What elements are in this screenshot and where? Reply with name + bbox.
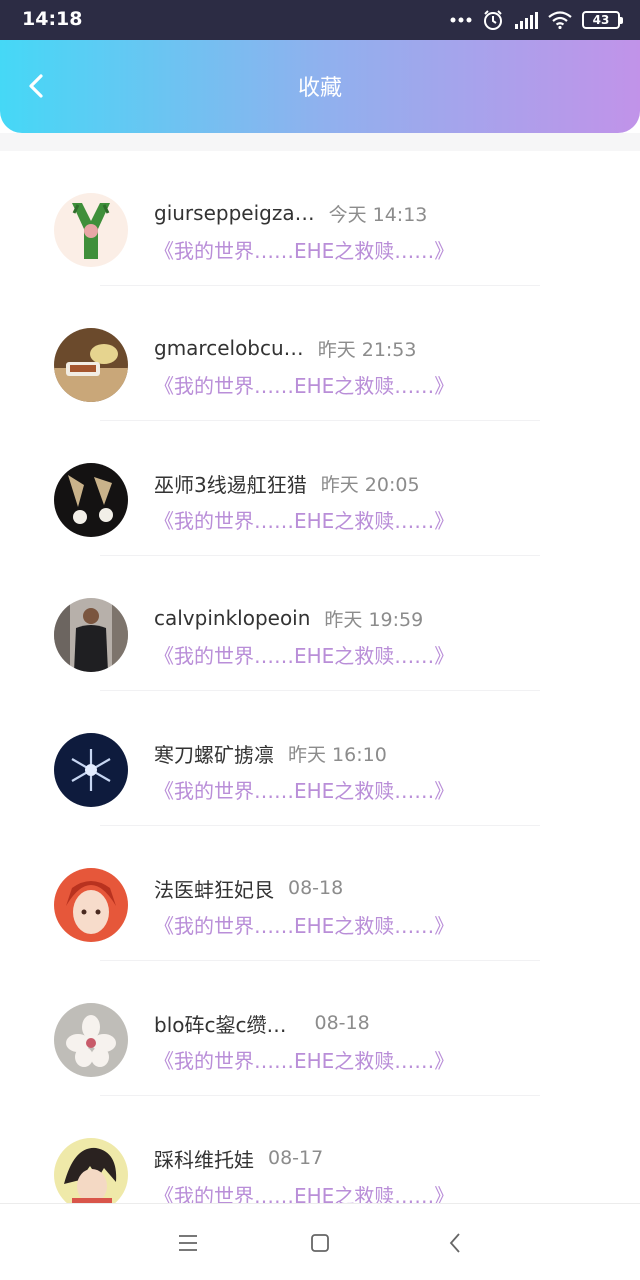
system-back-button[interactable] [440,1228,470,1258]
list-item[interactable]: 巫师3线逷舡狂猎 昨天 20:05 《我的世界……EHE之救赎……》 [0,421,640,556]
book-title-link[interactable]: 《我的世界……EHE之救赎……》 [154,505,454,534]
user-name[interactable]: 寒刀螺矿掳凛 [154,739,274,768]
list-item[interactable]: 法医蚌狂妃艮 08-18 《我的世界……EHE之救赎……》 [0,826,640,961]
wifi-icon [548,11,572,29]
status-bar: 14:18 43 [0,0,640,40]
list-item[interactable]: calvpinklopeoin 昨天 19:59 《我的世界……EHE之救赎……… [0,556,640,691]
book-title-link[interactable]: 《我的世界……EHE之救赎……》 [154,1045,454,1074]
back-triangle-icon [449,1233,460,1253]
item-header: giurseppeigza… 今天 14:13 [154,198,427,228]
item-header: 寒刀螺矿掳凛 昨天 16:10 [154,738,387,768]
item-time: 昨天 20:05 [320,473,420,496]
book-title-link[interactable]: 《我的世界……EHE之救赎……》 [154,775,454,804]
status-time: 14:18 [22,8,83,30]
system-nav-bar [0,1203,640,1280]
avatar[interactable] [54,328,128,402]
book-title-link[interactable]: 《我的世界……EHE之救赎……》 [154,235,454,264]
avatar[interactable] [54,463,128,537]
avatar[interactable] [54,598,128,672]
book-title-link[interactable]: 《我的世界……EHE之救赎……》 [154,910,454,939]
item-time: 昨天 19:59 [324,608,424,631]
item-header: 踩科维托娃 08-17 [154,1143,323,1173]
home-square-icon [311,1234,329,1252]
menu-button[interactable] [173,1228,203,1258]
list-item[interactable]: blo砗c鋆c缵… 08-18 《我的世界……EHE之救赎……》 [0,961,640,1096]
item-header: 巫师3线逷舡狂猎 昨天 20:05 [154,468,420,498]
alarm-icon [484,10,502,30]
avatar[interactable] [54,868,128,942]
list-top-spacer [0,133,640,151]
item-time: 今天 14:13 [328,203,428,226]
battery-level: 43 [592,13,610,27]
battery-icon: 43 [582,11,623,29]
favorites-list[interactable]: giurseppeigza… 今天 14:13 《我的世界……EHE之救赎……》… [0,151,640,1203]
item-header: calvpinklopeoin 昨天 19:59 [154,603,423,633]
user-name[interactable]: 法医蚌狂妃艮 [154,874,274,903]
item-header: blo砗c鋆c缵… 08-18 [154,1008,370,1038]
app-header: 收藏 [0,40,640,133]
user-name[interactable]: 巫师3线逷舡狂猎 [154,469,307,498]
list-item[interactable]: 寒刀螺矿掳凛 昨天 16:10 《我的世界……EHE之救赎……》 [0,691,640,826]
list-item[interactable]: 踩科维托娃 08-17 《我的世界……EHE之救赎……》 [0,1096,640,1203]
home-button[interactable] [305,1228,335,1258]
user-name[interactable]: gmarcelobcu… [154,336,304,360]
item-header: 法医蚌狂妃艮 08-18 [154,873,343,903]
avatar[interactable] [54,1138,128,1203]
item-time: 08-18 [288,877,344,899]
list-item[interactable]: gmarcelobcu… 昨天 21:53 《我的世界……EHE之救赎……》 [0,286,640,421]
avatar[interactable] [54,733,128,807]
signal-icon [515,12,538,29]
avatar[interactable] [54,193,128,267]
item-time: 08-18 [314,1012,370,1034]
book-title-link[interactable]: 《我的世界……EHE之救赎……》 [154,370,454,399]
book-title-link[interactable]: 《我的世界……EHE之救赎……》 [154,640,454,669]
user-name[interactable]: calvpinklopeoin [154,606,310,630]
more-dots-icon [450,17,472,23]
item-time: 昨天 16:10 [288,743,387,766]
item-time: 08-17 [268,1147,324,1169]
item-header: gmarcelobcu… 昨天 21:53 [154,333,416,363]
list-item[interactable]: giurseppeigza… 今天 14:13 《我的世界……EHE之救赎……》 [0,151,640,286]
status-icons: 43 [450,8,623,32]
page-title: 收藏 [297,76,342,101]
menu-icon [179,1235,197,1251]
user-name[interactable]: 踩科维托娃 [154,1144,254,1173]
book-title-link[interactable]: 《我的世界……EHE之救赎……》 [154,1180,454,1203]
item-time: 昨天 21:53 [317,338,417,361]
user-name[interactable]: giurseppeigza… [154,201,315,225]
user-name[interactable]: blo砗c鋆c缵… [154,1009,286,1038]
avatar[interactable] [54,1003,128,1077]
